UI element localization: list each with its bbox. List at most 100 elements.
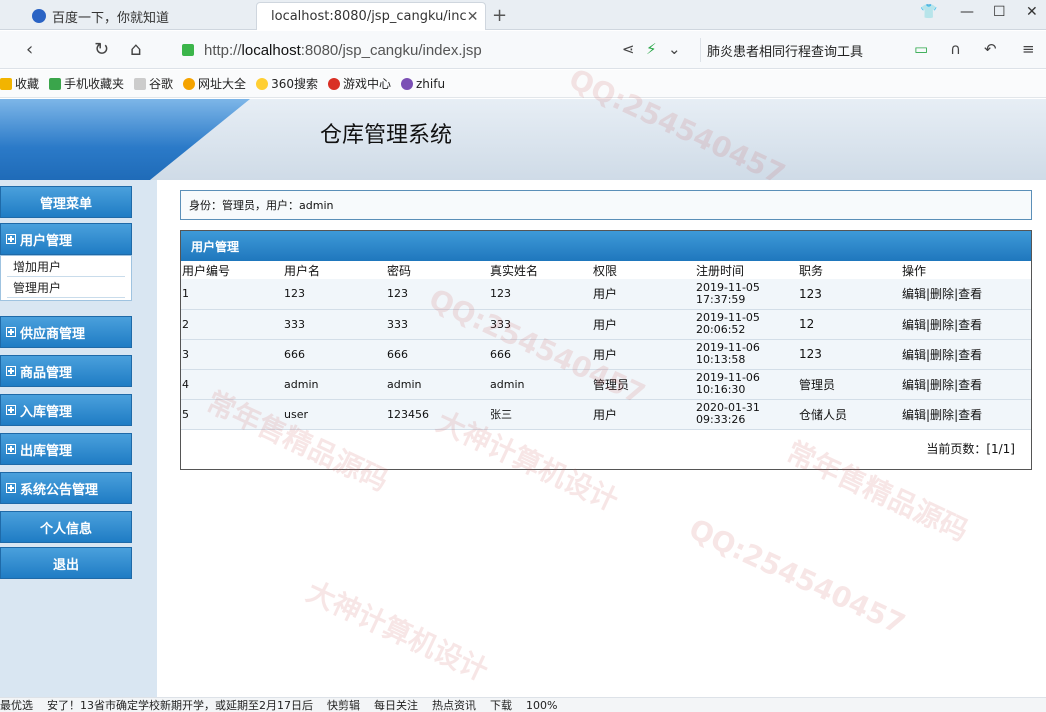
view-link[interactable]: |查看: [954, 378, 982, 392]
cell-realname: admin: [489, 369, 592, 400]
bookmark-google[interactable]: 谷歌: [134, 75, 173, 92]
user-table: 用户编号 用户名 密码 真实姓名 权限 注册时间 职务 操作 1 123 123 12…: [181, 261, 1031, 430]
edit-link[interactable]: 编辑: [902, 287, 926, 301]
status-item[interactable]: 每日关注: [374, 698, 418, 712]
submenu-add-user[interactable]: 增加用户: [7, 256, 125, 277]
cell-password: admin: [386, 369, 489, 400]
edit-link[interactable]: 编辑: [902, 318, 926, 332]
menu-header: 管理菜单: [0, 186, 132, 218]
headphone-icon[interactable]: ∩: [950, 40, 961, 58]
view-link[interactable]: |查看: [954, 287, 982, 301]
bookmark-label: zhifu: [415, 76, 446, 91]
identity-text: 身份：管理员，用户：admin: [189, 199, 334, 212]
cell-role: 用户: [592, 279, 695, 310]
star-icon: [0, 77, 12, 90]
cell-realname: 张三: [489, 399, 592, 430]
battery-icon[interactable]: ▭: [914, 40, 928, 58]
delete-link[interactable]: |删除: [926, 287, 954, 301]
back-icon[interactable]: ‹: [26, 39, 33, 60]
chevron-down-icon[interactable]: ⌄: [668, 40, 681, 58]
close-window-icon[interactable]: ✕: [1026, 4, 1038, 20]
logout-label: 退出: [52, 557, 79, 573]
zoom-level[interactable]: 100%: [526, 699, 557, 712]
table-row: 1 123 123 123 用户 2019-11-05 17:37:59 123 编辑|删除|查…: [181, 279, 1031, 310]
cell-id: 5: [181, 399, 283, 430]
delete-link[interactable]: |删除: [926, 408, 954, 422]
home-icon[interactable]: ⌂: [130, 39, 141, 60]
tab-baidu[interactable]: 百度一下，你就知道: [24, 2, 254, 30]
minimize-icon[interactable]: —: [960, 4, 974, 20]
identity-bar: 身份：管理员，用户：admin: [180, 190, 1032, 220]
reload-icon[interactable]: ↻: [94, 39, 109, 60]
bookmark-favorites[interactable]: 收藏: [0, 75, 39, 92]
news-ticker[interactable]: 安了！13省市确定学校新期开学，或延期至2月17日后: [47, 698, 313, 712]
table-row: 5 user 123456 张三 用户 2020-01-31 09:33:26 仓储人员 编辑|…: [181, 399, 1031, 430]
view-link[interactable]: |查看: [954, 348, 982, 362]
new-tab-icon[interactable]: +: [492, 5, 507, 26]
app-title: 仓库管理系统: [320, 123, 453, 148]
url-scheme: http://: [204, 41, 242, 59]
sidebar-item-supplier[interactable]: 供应商管理: [0, 316, 132, 348]
delete-link[interactable]: |删除: [926, 378, 954, 392]
close-tab-icon[interactable]: ✕: [467, 9, 479, 25]
cell-registered: 2020-01-31 09:33:26: [695, 399, 798, 430]
bookmark-label: 游戏中心: [342, 77, 391, 91]
tab-title: 百度一下，你就知道: [52, 10, 170, 26]
maximize-icon[interactable]: ☐: [993, 4, 1006, 20]
cell-role: 用户: [592, 399, 695, 430]
sidebar-item-inbound[interactable]: 入库管理: [0, 394, 132, 426]
expand-icon: [6, 327, 16, 337]
cell-registered: 2019-11-05 17:37:59: [695, 279, 798, 310]
bookmark-games[interactable]: 游戏中心: [327, 75, 391, 92]
sidebar-item-label: 系统公告管理: [20, 482, 99, 498]
watermark: 大神计算机设计: [301, 574, 494, 688]
url-field[interactable]: http://localhost:8080/jsp_cangku/index.j…: [182, 38, 692, 62]
tab-localhost[interactable]: localhost:8080/jsp_cangku/inc ✕: [256, 2, 486, 30]
undo-icon[interactable]: ↶: [984, 40, 997, 58]
cell-password: 123456: [386, 399, 489, 430]
share-icon[interactable]: ⋖: [622, 40, 635, 58]
edit-link[interactable]: 编辑: [902, 378, 926, 392]
table-header-row: 用户编号 用户名 密码 真实姓名 权限 注册时间 职务 操作: [181, 261, 1031, 279]
view-link[interactable]: |查看: [954, 408, 982, 422]
sidebar-item-goods[interactable]: 商品管理: [0, 355, 132, 387]
delete-link[interactable]: |删除: [926, 348, 954, 362]
registered-time: 09:33:26: [696, 413, 746, 426]
phone-icon: [49, 77, 62, 90]
panel-title: 用户管理: [181, 231, 1031, 261]
bookmark-label: 谷歌: [149, 77, 174, 91]
bookmark-mobile[interactable]: 手机收藏夹: [49, 75, 124, 92]
edit-link[interactable]: 编辑: [902, 348, 926, 362]
lightning-icon[interactable]: ⚡: [646, 40, 657, 58]
delete-link[interactable]: |删除: [926, 318, 954, 332]
sidebar-item-announcement[interactable]: 系统公告管理: [0, 472, 132, 504]
status-item[interactable]: 下载: [490, 698, 512, 712]
cell-actions: 编辑|删除|查看: [901, 369, 1031, 400]
cell-role: 用户: [592, 339, 695, 370]
submenu-manage-user[interactable]: 管理用户: [7, 277, 125, 298]
expand-icon: [6, 405, 16, 415]
bookmark-label: 收藏: [15, 77, 40, 91]
expand-icon: [6, 234, 16, 244]
browser-tab-bar: 百度一下，你就知道 localhost:8080/jsp_cangku/inc …: [0, 0, 1046, 30]
bookmark-360[interactable]: 360搜索: [256, 75, 318, 92]
registered-time: 10:16:30: [696, 383, 746, 396]
sidebar-item-outbound[interactable]: 出库管理: [0, 433, 132, 465]
globe-icon: [183, 77, 196, 90]
status-item[interactable]: 热点资讯: [432, 698, 476, 712]
logout-button[interactable]: 退出: [0, 547, 132, 579]
shirt-icon[interactable]: 👕: [920, 4, 937, 20]
cell-username: 333: [283, 309, 386, 340]
bookmark-zhifu[interactable]: zhifu: [400, 76, 446, 91]
registered-time: 10:13:58: [696, 353, 746, 366]
edit-link[interactable]: 编辑: [902, 408, 926, 422]
personal-info-button[interactable]: 个人信息: [0, 511, 132, 543]
column-header: 真实姓名: [490, 263, 539, 278]
cell-actions: 编辑|删除|查看: [901, 339, 1031, 370]
status-item[interactable]: 快剪辑: [327, 698, 360, 712]
search-input[interactable]: 肺炎患者相同行程查询工具: [700, 38, 890, 62]
sidebar-item-user-management[interactable]: 用户管理: [0, 223, 132, 255]
bookmark-hao[interactable]: 网址大全: [183, 75, 246, 92]
menu-icon[interactable]: ≡: [1022, 40, 1035, 58]
view-link[interactable]: |查看: [954, 318, 982, 332]
